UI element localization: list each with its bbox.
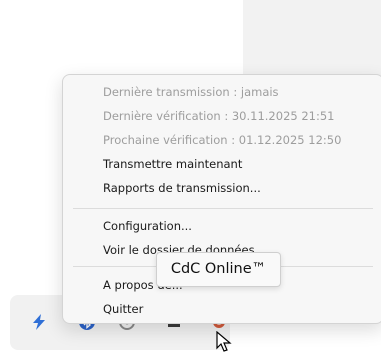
- status-last-check: Dernière vérification : 30.11.2025 21:51: [103, 109, 335, 123]
- menu-item-configuration[interactable]: Configuration...: [103, 216, 192, 236]
- status-next-check: Prochaine vérification : 01.12.2025 12:5…: [103, 133, 342, 147]
- menu-item-transmit-now[interactable]: Transmettre maintenant: [103, 154, 242, 174]
- menu-item-transmission-reports[interactable]: Rapports de transmission...: [103, 178, 261, 198]
- menu-item-quit[interactable]: Quitter: [103, 299, 143, 319]
- lightning-icon[interactable]: [30, 313, 48, 331]
- mouse-cursor-icon: [216, 331, 232, 352]
- tray-tooltip: CdC Online™: [156, 252, 281, 287]
- status-last-transmission: Dernière transmission : jamais: [103, 85, 279, 99]
- menu-separator: [73, 208, 373, 209]
- background-window: [243, 0, 381, 78]
